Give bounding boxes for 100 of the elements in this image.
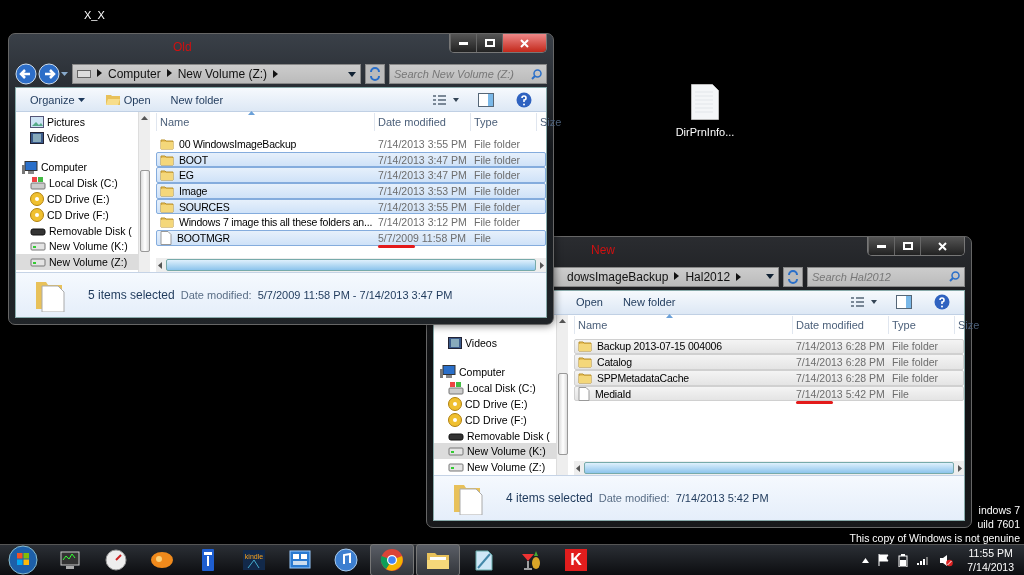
nav-item[interactable]: CD Drive (E:): [434, 396, 556, 412]
nav-item[interactable]: CD Drive (F:): [16, 207, 138, 223]
preview-pane-icon[interactable]: [896, 295, 912, 310]
file-row[interactable]: 00 WindowsImageBackup 7/14/2013 3:55 PM File folder: [156, 136, 546, 152]
nav-item[interactable]: CD Drive (E:): [16, 191, 138, 207]
sort-arrow-icon: [248, 111, 255, 115]
address-bar[interactable]: Computer New Volume (Z:): [72, 64, 361, 84]
drive-icon: [448, 430, 464, 441]
file-name: 00 WindowsImageBackup: [179, 137, 297, 150]
file-row[interactable]: BOOTMGR 5/7/2009 11:58 PM File: [156, 230, 546, 246]
close-button[interactable]: [920, 237, 964, 255]
dropdown-icon[interactable]: [61, 72, 68, 76]
file-row[interactable]: EG 7/14/2013 3:47 PM File folder: [156, 167, 546, 184]
preview-pane-icon[interactable]: [478, 92, 494, 107]
nav-item[interactable]: Pictures: [16, 114, 138, 130]
toolbar-button[interactable]: Open: [568, 294, 611, 311]
nav-item[interactable]: New Volume (Z:): [16, 254, 138, 271]
start-button-icon[interactable]: [8, 545, 38, 575]
scrollbar[interactable]: [138, 112, 150, 272]
maximize-button[interactable]: [894, 237, 920, 255]
app-icon: [58, 548, 82, 572]
nav-item[interactable]: Local Disk (C:): [434, 380, 556, 396]
toolbar-button[interactable]: Organize: [22, 91, 93, 108]
column-header[interactable]: Type: [470, 113, 536, 131]
file-row[interactable]: Backup 2013-07-15 004006 7/14/2013 6:28 PM File folder: [574, 338, 964, 355]
column-header[interactable]: Date modified: [374, 113, 470, 131]
chevron-icon: [97, 69, 102, 77]
breadcrumb-arrow[interactable]: [674, 271, 680, 282]
app-icon: [380, 548, 404, 572]
maximize-icon: [902, 242, 913, 250]
drive-icon: [448, 462, 464, 473]
file-type: File folder: [892, 356, 939, 369]
file-row[interactable]: Catalog 7/14/2013 6:28 PM File folder: [574, 354, 964, 370]
refresh-icon[interactable]: [783, 266, 803, 287]
toolbar-button[interactable]: New folder: [162, 91, 232, 108]
nav-item[interactable]: Removable Disk (: [434, 427, 556, 444]
show-hidden-icons-icon[interactable]: [862, 557, 870, 563]
breadcrumb[interactable]: dowsImageBackup: [567, 269, 669, 284]
battery-icon[interactable]: [898, 553, 909, 567]
view-options-icon[interactable]: [850, 296, 878, 309]
scrollbar[interactable]: [556, 314, 568, 475]
breadcrumb[interactable]: Computer: [108, 67, 161, 81]
taskbar-button[interactable]: [416, 544, 460, 575]
file-type: File folder: [892, 371, 939, 384]
flag-icon[interactable]: [878, 554, 890, 566]
file-row[interactable]: SPPMetadataCache 7/14/2013 6:28 PM File folder: [574, 370, 964, 386]
minimize-button[interactable]: [868, 237, 894, 255]
search-placeholder: Search New Volume (Z:): [394, 68, 515, 80]
nav-item[interactable]: Videos: [16, 129, 138, 146]
date-modified: 7/14/2013 3:55 PM: [378, 137, 467, 150]
minimize-button[interactable]: [450, 34, 476, 52]
drive-icon: [30, 225, 46, 236]
chevron-icon: [273, 70, 279, 78]
toolbar-button[interactable]: Open: [96, 91, 159, 108]
breadcrumb[interactable]: New Volume (Z:): [177, 67, 268, 81]
nav-item[interactable]: Computer: [434, 364, 556, 381]
file-name: BOOTMGR: [177, 232, 230, 245]
scroll-left-icon: [158, 261, 162, 269]
nav-item[interactable]: Computer: [16, 159, 138, 176]
disc-icon: [448, 396, 462, 411]
signal-icon[interactable]: [917, 555, 931, 565]
nav-item[interactable]: New Volume (K:): [434, 443, 556, 460]
window-title: Old: [173, 40, 192, 54]
taskbar-button[interactable]: [370, 544, 414, 575]
file-row[interactable]: BOOT 7/14/2013 3:47 PM File folder: [156, 151, 546, 168]
file-name: Catalog: [597, 356, 632, 369]
nav-item[interactable]: Removable Disk (: [16, 222, 138, 239]
file-row[interactable]: Windows 7 image this all these folders an... 7/14/2013 3:12 PM File folder: [156, 214, 546, 231]
scroll-left-icon: [576, 464, 580, 472]
muted-speaker-icon[interactable]: [939, 553, 954, 567]
nav-item[interactable]: New Volume (Z:): [434, 459, 556, 475]
file-icon: [578, 386, 590, 401]
date-modified: 7/14/2013 6:28 PM: [796, 356, 885, 369]
breadcrumb-arrow[interactable]: [97, 69, 102, 79]
close-icon: [938, 241, 947, 251]
column-header[interactable]: Date modified: [792, 315, 888, 334]
toolbar-button[interactable]: New folder: [614, 294, 684, 311]
nav-item[interactable]: New Volume (K:): [16, 238, 138, 255]
breadcrumb[interactable]: Hal2012: [685, 269, 731, 284]
folder-icon: [160, 137, 174, 150]
maximize-button[interactable]: [476, 34, 502, 52]
horizontal-scrollbar[interactable]: [156, 258, 546, 272]
back-button-icon[interactable]: [15, 63, 37, 85]
clock[interactable]: 11:55 PM 7/14/2013: [967, 546, 1014, 574]
view-options-icon[interactable]: [432, 93, 460, 106]
nav-item[interactable]: Videos: [434, 334, 556, 351]
nav-item[interactable]: Local Disk (C:): [16, 175, 138, 192]
help-icon[interactable]: [934, 294, 950, 311]
column-header[interactable]: Type: [888, 315, 954, 334]
file-row[interactable]: Image 7/14/2013 3:53 PM File folder: [156, 183, 546, 199]
forward-button-icon[interactable]: [38, 63, 60, 85]
app-icon: [472, 548, 496, 572]
horizontal-scrollbar[interactable]: [574, 461, 964, 475]
nav-item[interactable]: CD Drive (F:): [434, 411, 556, 428]
taskbar-button[interactable]: K: [553, 544, 599, 575]
help-icon[interactable]: [516, 91, 532, 108]
breadcrumb-arrow[interactable]: [166, 69, 172, 79]
window-title: New: [591, 243, 615, 257]
app-icon: [564, 548, 588, 572]
scroll-right-icon: [540, 261, 544, 269]
